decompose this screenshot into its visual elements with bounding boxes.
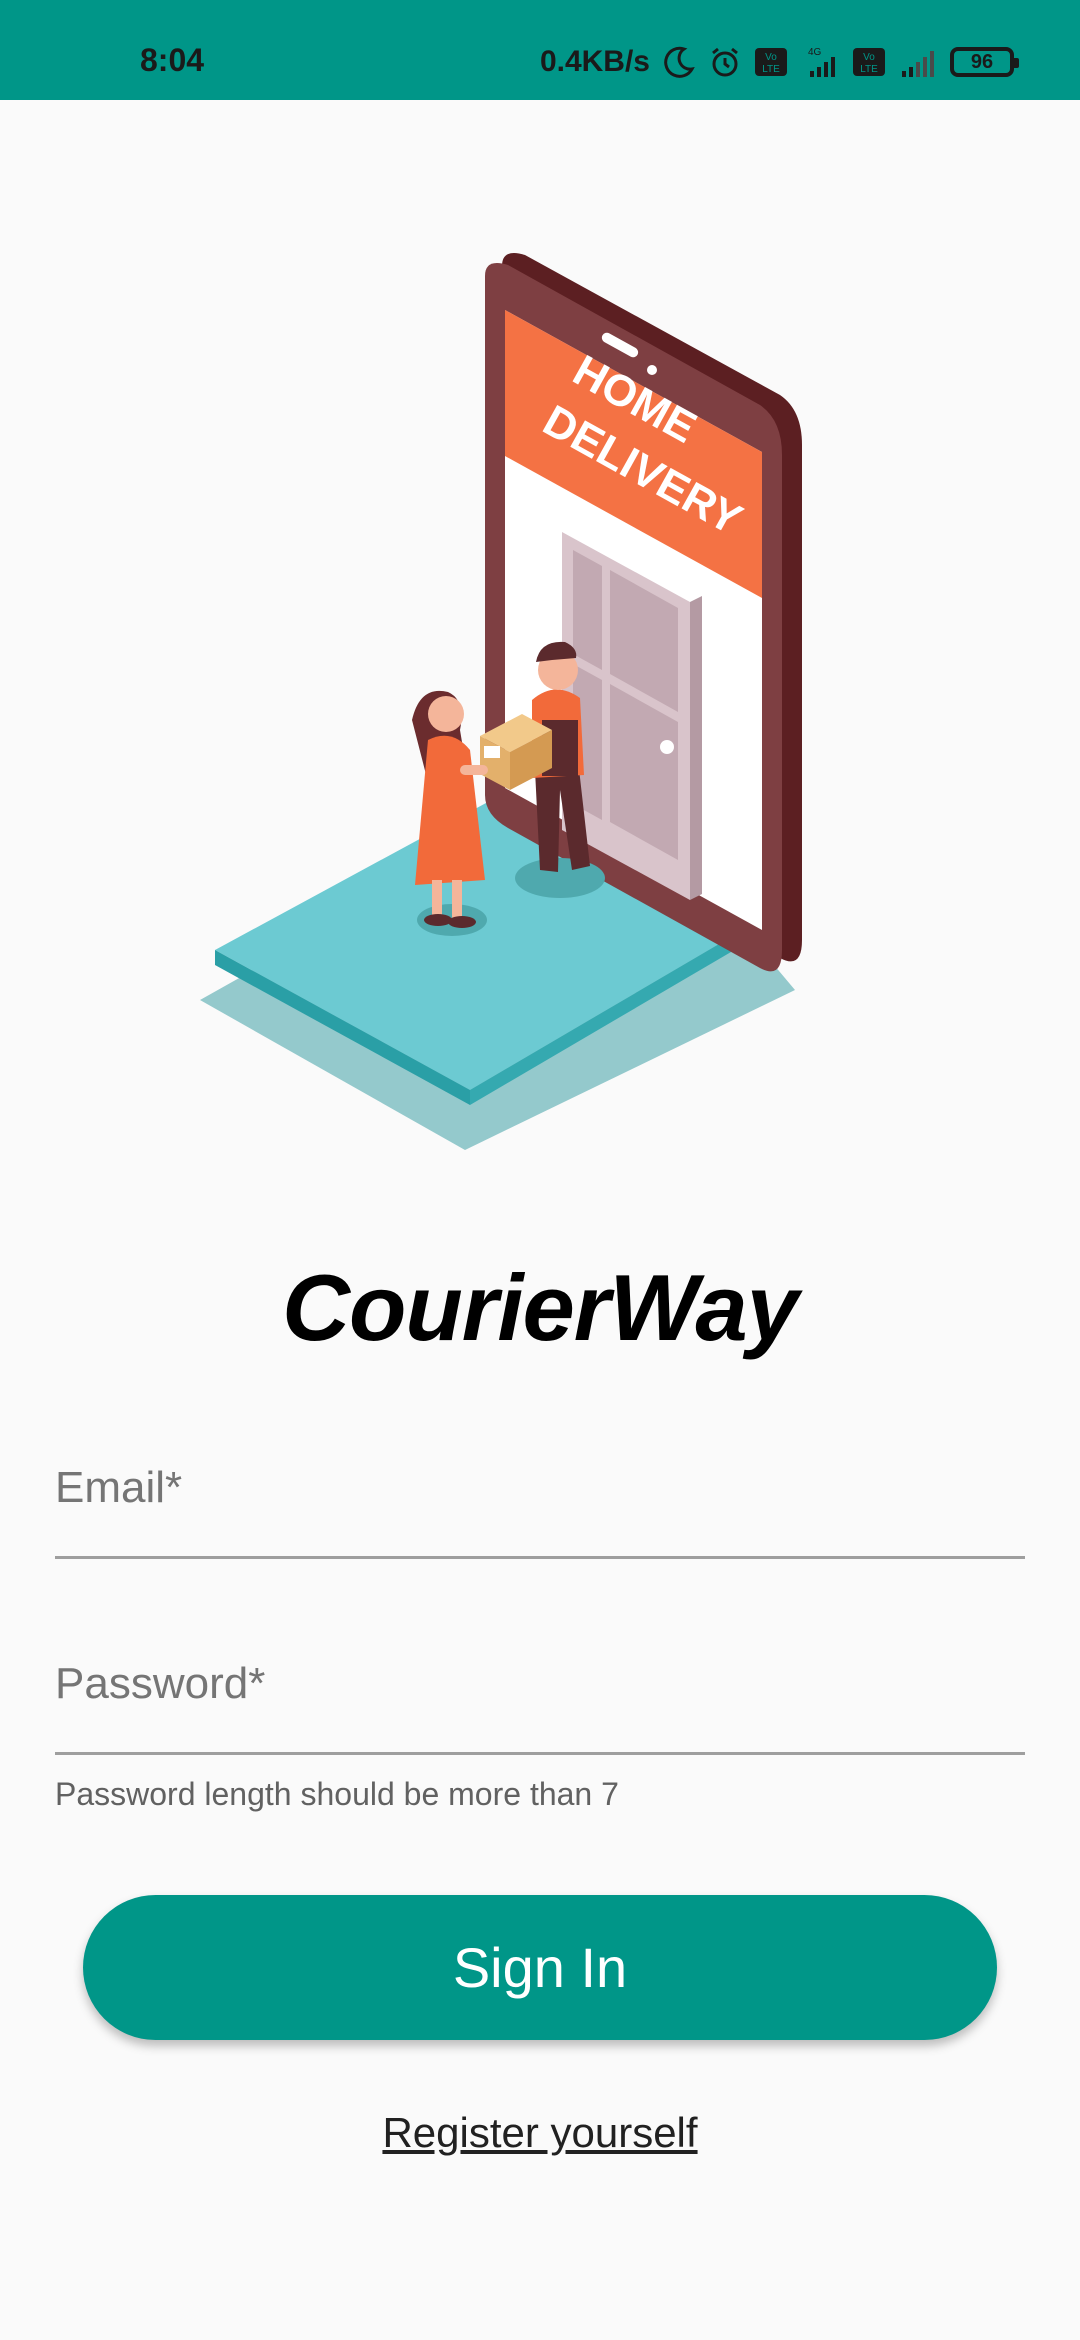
svg-text:LTE: LTE [860,64,878,75]
svg-text:4G: 4G [808,47,822,58]
alarm-icon [708,45,742,79]
svg-text:Vo: Vo [863,52,875,63]
home-delivery-illustration: HOME DELIVERY [200,253,802,1150]
sign-in-button[interactable]: Sign In [83,1895,997,2040]
status-time: 8:04 [140,42,205,78]
password-helper-text: Password length should be more than 7 [55,1776,619,1812]
volte-icon: Vo LTE [754,47,788,77]
register-link[interactable]: Register yourself [0,2108,1080,2158]
svg-text:LTE: LTE [762,64,780,75]
moon-icon [662,45,696,79]
network-speed: 0.4KB/s [539,45,650,78]
password-field[interactable] [55,1646,1025,1755]
signal-icon [898,45,938,79]
status-bar: 8:04 0.4KB/s Vo LTE 4G Vo LTE 96 [0,0,1080,100]
email-input[interactable] [55,1450,1025,1556]
volte-icon: Vo LTE [852,47,886,77]
battery-icon: 96 [950,47,1019,77]
battery-level: 96 [970,50,994,73]
password-input[interactable] [55,1646,1025,1752]
email-field[interactable] [55,1450,1025,1559]
4g-signal-icon: 4G [800,45,840,79]
svg-text:Vo: Vo [765,52,777,63]
delivery-illustration: HOME DELIVERY [180,230,840,1190]
sign-in-label: Sign In [452,1936,628,1999]
status-icons: 0.4KB/s Vo LTE 4G Vo LTE 96 [539,40,1019,84]
app-title: CourierWay [282,1255,799,1360]
